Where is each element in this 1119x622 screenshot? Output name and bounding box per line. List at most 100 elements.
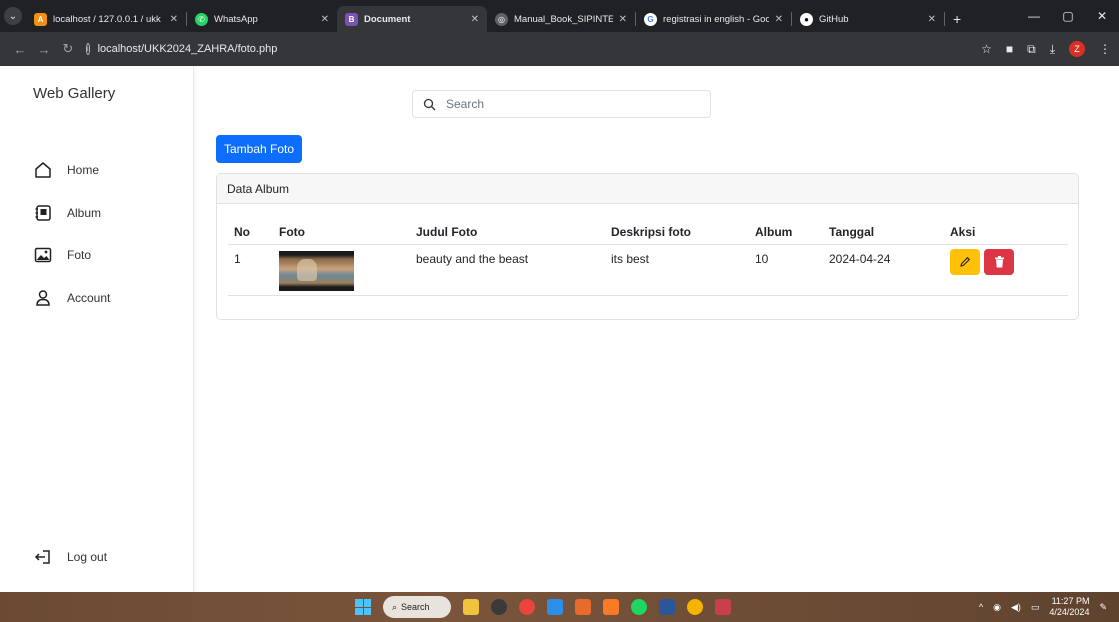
windows-start-icon[interactable] — [355, 599, 371, 615]
taskbar-search[interactable]: ⌕ Search — [383, 596, 451, 618]
volume-icon[interactable]: ◀) — [1011, 602, 1021, 613]
person-icon — [33, 288, 53, 308]
close-icon[interactable]: ✕ — [928, 14, 936, 25]
github-icon: ● — [800, 12, 813, 26]
cell-foto — [273, 244, 410, 296]
google-icon: G — [644, 12, 657, 26]
pencil-icon — [960, 256, 971, 267]
browser-tab-strip: ⌄ A localhost / 127.0.0.1 / ukk ✕ ✆ What… — [0, 0, 1119, 32]
taskbar-search-label: Search — [401, 602, 430, 612]
page-content: Web Gallery Home Album Foto Account Log … — [0, 66, 1119, 592]
close-icon[interactable]: ✕ — [619, 14, 627, 25]
card-title: Data Album — [217, 174, 1078, 204]
chrome-profile-icon[interactable] — [687, 599, 703, 615]
sidebar-item-label: Album — [67, 206, 102, 220]
close-icon[interactable]: ✕ — [471, 14, 479, 25]
logout-icon — [33, 547, 53, 567]
search-input[interactable] — [446, 97, 686, 111]
app-grid-icon[interactable] — [715, 599, 731, 615]
profile-avatar[interactable]: Z — [1069, 41, 1085, 57]
photo-table: No Foto Judul Foto Deskripsi foto Album … — [228, 220, 1068, 296]
download-icon[interactable]: ⤓ — [1050, 42, 1055, 57]
tab-manual-book[interactable]: ◎ Manual_Book_SIPINTER.p ✕ — [487, 6, 635, 32]
edit-button[interactable] — [950, 248, 980, 275]
tab-title: localhost / 127.0.0.1 / ukk — [53, 13, 161, 25]
new-tab-button[interactable]: + — [945, 6, 969, 32]
add-photo-button[interactable]: Tambah Foto — [216, 135, 303, 163]
sidebar: Web Gallery Home Album Foto Account Log … — [0, 66, 194, 592]
column-header: No — [228, 220, 273, 245]
camera-icon[interactable] — [491, 599, 507, 615]
tab-title: Manual_Book_SIPINTER.p — [514, 13, 613, 25]
sidebar-item-account[interactable]: Account — [33, 288, 110, 308]
chrome-icon[interactable] — [519, 599, 535, 615]
close-window-icon[interactable]: ✕ — [1085, 9, 1119, 23]
tab-title: registrasi in english - Goo — [663, 13, 769, 25]
cell-no: 1 — [228, 244, 273, 296]
site-info-icon[interactable]: i — [86, 43, 90, 55]
column-header: Judul Foto — [410, 220, 605, 245]
reload-icon[interactable]: ↻ — [56, 41, 80, 57]
close-icon[interactable]: ✕ — [775, 14, 783, 25]
tab-phpmyadmin[interactable]: A localhost / 127.0.0.1 / ukk ✕ — [26, 6, 186, 32]
star-icon[interactable]: ☆ — [981, 42, 992, 56]
column-header: Tanggal — [823, 220, 944, 245]
system-tray: ^ ◉ ◀) ▭ 11:27 PM 4/24/2024 ✎ — [979, 592, 1107, 622]
column-header: Foto — [273, 220, 410, 245]
notification-icon[interactable]: ✎ — [1099, 602, 1107, 613]
close-icon[interactable]: ✕ — [321, 14, 329, 25]
chevron-up-icon[interactable]: ^ — [979, 602, 983, 612]
more-menu-icon[interactable]: ⋮ — [1099, 42, 1111, 56]
album-icon — [33, 203, 53, 223]
sidebar-item-home[interactable]: Home — [33, 160, 99, 180]
xampp-icon[interactable] — [603, 599, 619, 615]
wifi-icon[interactable]: ◉ — [993, 602, 1001, 613]
column-header: Deskripsi foto — [605, 220, 749, 245]
column-header: Aksi — [944, 220, 1068, 245]
clock-time: 11:27 PM — [1051, 596, 1090, 606]
spotify-icon[interactable] — [631, 599, 647, 615]
globe-icon: ◎ — [495, 12, 508, 26]
url-text: localhost/UKK2024_ZAHRA/foto.php — [97, 43, 278, 55]
cell-aksi — [944, 244, 1068, 296]
tab-github[interactable]: ● GitHub ✕ — [792, 6, 944, 32]
close-icon[interactable]: ✕ — [170, 14, 178, 25]
table-row: 1 beauty and the beast its best 10 2024-… — [228, 244, 1068, 296]
sidebar-item-album[interactable]: Album — [33, 203, 101, 223]
tab-google[interactable]: G registrasi in english - Goo ✕ — [636, 6, 791, 32]
clock[interactable]: 11:27 PM 4/24/2024 — [1049, 596, 1089, 618]
address-bar[interactable]: i localhost/UKK2024_ZAHRA/foto.php — [86, 37, 277, 61]
tab-title: WhatsApp — [214, 13, 258, 25]
sidebar-item-label: Home — [67, 163, 100, 177]
search-field[interactable] — [412, 90, 711, 118]
chevron-down-icon: ⌄ — [4, 7, 22, 25]
word-icon[interactable] — [659, 599, 675, 615]
search-icon — [423, 98, 436, 110]
tab-title: Document — [364, 13, 411, 25]
minimize-icon[interactable]: — — [1017, 9, 1051, 23]
cell-judul: beauty and the beast — [410, 244, 605, 296]
bootstrap-icon: B — [345, 12, 358, 26]
file-explorer-icon[interactable] — [463, 599, 479, 615]
whatsapp-icon: ✆ — [195, 12, 208, 26]
tab-search-button[interactable]: ⌄ — [0, 0, 26, 32]
sidebar-item-foto[interactable]: Foto — [33, 245, 91, 265]
back-arrow-icon[interactable]: ← — [8, 42, 32, 57]
column-header: Album — [749, 220, 823, 245]
tab-whatsapp[interactable]: ✆ WhatsApp ✕ — [187, 6, 337, 32]
vscode-icon[interactable] — [547, 599, 563, 615]
delete-button[interactable] — [984, 248, 1014, 275]
forward-arrow-icon[interactable]: → — [32, 42, 56, 57]
window-controls: — ▢ ✕ — [1017, 0, 1119, 32]
extension-icon[interactable]: ■ — [1006, 42, 1013, 56]
app-icon[interactable] — [575, 599, 591, 615]
extensions-puzzle-icon[interactable]: ⧉ — [1027, 42, 1036, 57]
maximize-icon[interactable]: ▢ — [1051, 9, 1085, 23]
brand-title: Web Gallery — [33, 85, 116, 102]
logout-button[interactable]: Log out — [33, 547, 107, 567]
photo-thumbnail[interactable] — [279, 250, 354, 291]
logout-label: Log out — [67, 550, 108, 564]
battery-icon[interactable]: ▭ — [1031, 602, 1040, 613]
search-icon: ⌕ — [392, 601, 398, 612]
tab-document[interactable]: B Document ✕ — [337, 6, 487, 32]
